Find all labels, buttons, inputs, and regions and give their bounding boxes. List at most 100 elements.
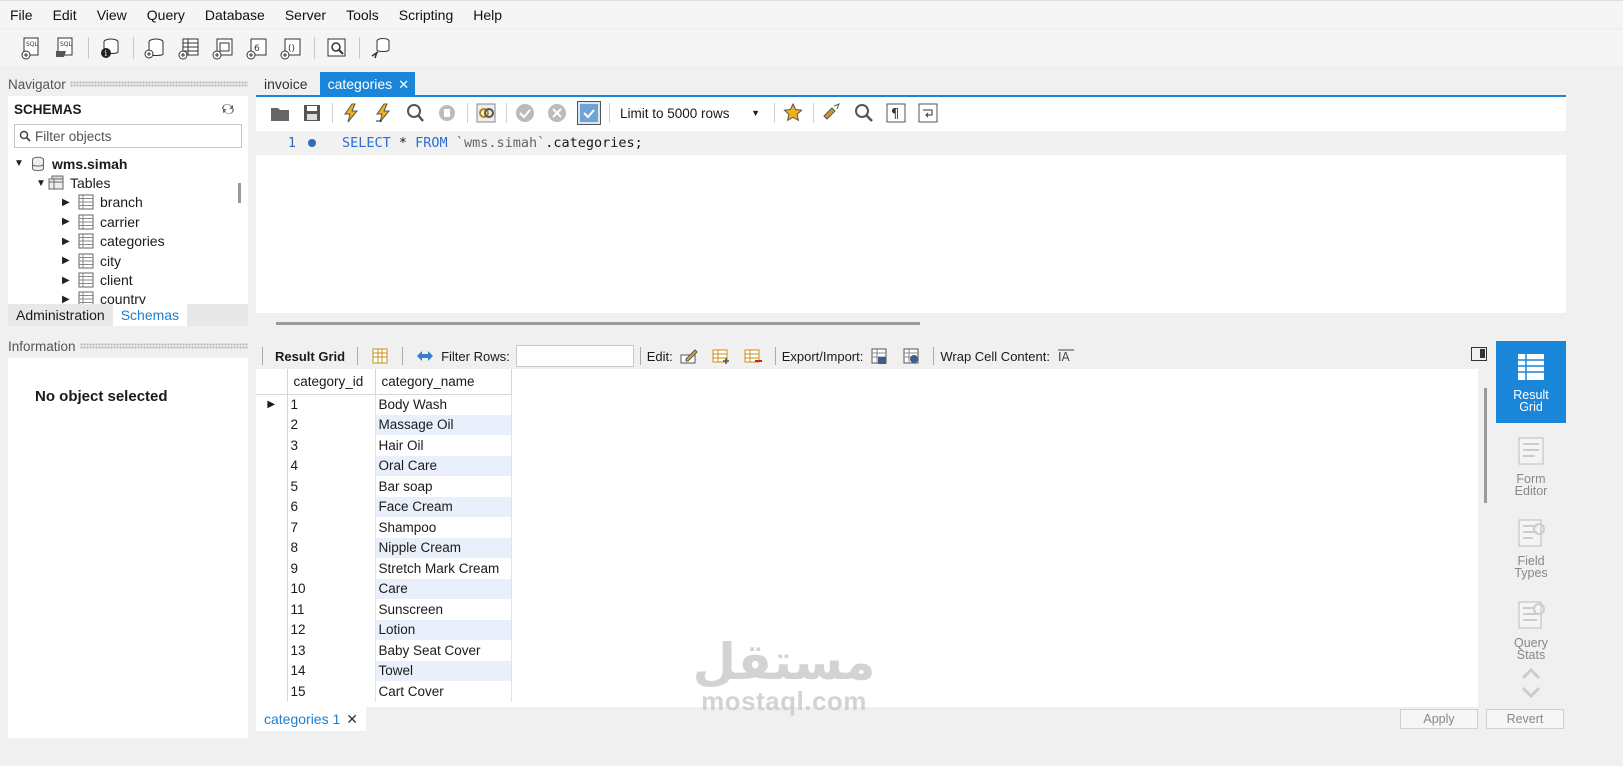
new-sql-tab-icon[interactable]: SQL bbox=[18, 35, 44, 61]
tree-tables-row[interactable]: ▼ Tables bbox=[14, 173, 240, 192]
cell-category-id[interactable]: 3 bbox=[287, 435, 376, 456]
menu-scripting[interactable]: Scripting bbox=[399, 7, 453, 23]
navigator-scrollbar[interactable] bbox=[238, 183, 241, 203]
invisible-characters-icon[interactable]: ¶ bbox=[884, 101, 908, 125]
menu-help[interactable]: Help bbox=[473, 7, 502, 23]
collapsed-caret-icon[interactable]: ▶ bbox=[62, 255, 74, 266]
menu-file[interactable]: File bbox=[10, 7, 33, 23]
cell-category-id[interactable]: 5 bbox=[287, 476, 376, 497]
result-tab[interactable]: categories 1 ✕ bbox=[256, 707, 367, 731]
cell-category-name[interactable]: Lotion bbox=[375, 619, 512, 640]
refresh-icon[interactable] bbox=[220, 102, 236, 116]
limit-rows-select[interactable]: Limit to 5000 rows ▼ bbox=[616, 101, 766, 125]
table-row[interactable]: 9 Stretch Mark Cream bbox=[256, 558, 512, 579]
tree-table-row[interactable]: ▶ client bbox=[14, 270, 240, 289]
cell-category-id[interactable]: 15 bbox=[287, 681, 376, 702]
table-row[interactable]: 5 Bar soap bbox=[256, 476, 512, 497]
tree-table-row[interactable]: ▶ city bbox=[14, 251, 240, 270]
table-row[interactable]: 12 Lotion bbox=[256, 619, 512, 640]
word-wrap-icon[interactable] bbox=[916, 101, 940, 125]
create-procedure-icon[interactable]: 6 bbox=[244, 35, 270, 61]
cell-category-id[interactable]: 13 bbox=[287, 640, 376, 661]
cell-category-id[interactable]: 12 bbox=[287, 619, 376, 640]
autocommit-icon[interactable] bbox=[577, 101, 601, 125]
cell-category-id[interactable]: 10 bbox=[287, 578, 376, 599]
cell-category-name[interactable]: Face Cream bbox=[375, 496, 512, 517]
grid-layout-icon[interactable] bbox=[370, 347, 390, 365]
table-row[interactable]: 10 Care bbox=[256, 578, 512, 599]
tree-table-row[interactable]: ▶ categories bbox=[14, 232, 240, 251]
filter-rows-input[interactable] bbox=[515, 345, 634, 367]
table-row[interactable]: 8 Nipple Cream bbox=[256, 537, 512, 558]
table-row[interactable]: 13 Baby Seat Cover bbox=[256, 640, 512, 661]
menu-database[interactable]: Database bbox=[205, 7, 265, 23]
collapsed-caret-icon[interactable]: ▶ bbox=[62, 294, 74, 304]
open-folder-icon[interactable] bbox=[268, 101, 292, 125]
close-icon[interactable]: ✕ bbox=[346, 711, 358, 727]
expand-caret-icon[interactable]: ▼ bbox=[36, 178, 48, 189]
cell-category-id[interactable]: 1 bbox=[287, 394, 376, 415]
result-grid-button[interactable]: Result Grid bbox=[1496, 341, 1566, 423]
commit-icon[interactable] bbox=[513, 101, 537, 125]
create-view-icon[interactable] bbox=[210, 35, 236, 61]
revert-button[interactable]: Revert bbox=[1486, 709, 1564, 729]
result-grid-label[interactable]: Result Grid bbox=[275, 349, 345, 364]
cell-category-id[interactable]: 6 bbox=[287, 496, 376, 517]
tab-administration[interactable]: Administration bbox=[8, 304, 113, 326]
query-stats-button[interactable]: Query Stats bbox=[1496, 589, 1566, 671]
cell-category-id[interactable]: 2 bbox=[287, 414, 376, 435]
apply-button[interactable]: Apply bbox=[1400, 709, 1478, 729]
table-row[interactable]: 2 Massage Oil bbox=[256, 414, 512, 435]
cell-category-name[interactable]: Bar soap bbox=[375, 476, 512, 497]
cell-category-name[interactable]: Body Wash bbox=[375, 394, 512, 415]
rollback-icon[interactable] bbox=[545, 101, 569, 125]
create-function-icon[interactable]: () bbox=[278, 35, 304, 61]
side-scroll-arrows-icon[interactable] bbox=[1520, 664, 1542, 702]
schema-inspector-icon[interactable]: i bbox=[97, 35, 123, 61]
export-icon[interactable] bbox=[869, 347, 889, 365]
tab-categories[interactable]: categories ✕ bbox=[319, 72, 416, 96]
stop-icon[interactable] bbox=[435, 101, 459, 125]
cell-category-name[interactable]: Massage Oil bbox=[375, 414, 512, 435]
field-types-button[interactable]: Field Types bbox=[1496, 507, 1566, 589]
code-line[interactable]: 1 SELECT * FROM `wms.simah` .categories; bbox=[256, 131, 1566, 155]
filter-objects-field[interactable] bbox=[14, 124, 242, 148]
expand-caret-icon[interactable]: ▼ bbox=[14, 158, 26, 169]
table-row[interactable]: 7 Shampoo bbox=[256, 517, 512, 538]
add-snippet-icon[interactable] bbox=[781, 101, 805, 125]
tree-table-row[interactable]: ▶ carrier bbox=[14, 212, 240, 231]
menu-view[interactable]: View bbox=[97, 7, 127, 23]
column-header[interactable]: category_id bbox=[287, 369, 376, 395]
collapsed-caret-icon[interactable]: ▶ bbox=[62, 197, 74, 208]
table-row[interactable]: ▶ 1 Body Wash bbox=[256, 394, 512, 415]
table-row[interactable]: 14 Towel bbox=[256, 660, 512, 681]
save-icon[interactable] bbox=[300, 101, 324, 125]
table-row[interactable]: 11 Sunscreen bbox=[256, 599, 512, 620]
tree-table-row[interactable]: ▶ country bbox=[14, 290, 240, 304]
cell-category-name[interactable]: Nipple Cream bbox=[375, 537, 512, 558]
search-table-data-icon[interactable] bbox=[323, 35, 349, 61]
cell-category-id[interactable]: 4 bbox=[287, 455, 376, 476]
editor-horizontal-scrollbar[interactable] bbox=[276, 322, 920, 325]
cell-category-name[interactable]: Stretch Mark Cream bbox=[375, 558, 512, 579]
tree-table-row[interactable]: ▶ branch bbox=[14, 193, 240, 212]
menu-tools[interactable]: Tools bbox=[346, 7, 379, 23]
cell-category-id[interactable]: 8 bbox=[287, 537, 376, 558]
beautify-icon[interactable] bbox=[820, 101, 844, 125]
create-schema-icon[interactable] bbox=[142, 35, 168, 61]
explain-icon[interactable] bbox=[403, 101, 427, 125]
open-sql-script-icon[interactable]: SQL bbox=[52, 35, 78, 61]
filter-objects-input[interactable] bbox=[35, 128, 235, 144]
refresh-results-icon[interactable] bbox=[415, 347, 435, 365]
toggle-stop-on-error-icon[interactable] bbox=[474, 101, 498, 125]
column-header[interactable]: category_name bbox=[375, 369, 512, 395]
execute-icon[interactable] bbox=[339, 101, 363, 125]
tree-schema-row[interactable]: ▼ wms.simah bbox=[14, 154, 240, 173]
grid-vertical-scrollbar[interactable] bbox=[1484, 388, 1487, 503]
cell-category-name[interactable]: Cart Cover bbox=[375, 681, 512, 702]
form-editor-button[interactable]: Form Editor bbox=[1496, 425, 1566, 507]
cell-category-id[interactable]: 7 bbox=[287, 517, 376, 538]
toggle-side-panel-icon[interactable] bbox=[1471, 347, 1487, 361]
cell-category-name[interactable]: Shampoo bbox=[375, 517, 512, 538]
wrap-cell-icon[interactable]: IA bbox=[1056, 347, 1076, 365]
